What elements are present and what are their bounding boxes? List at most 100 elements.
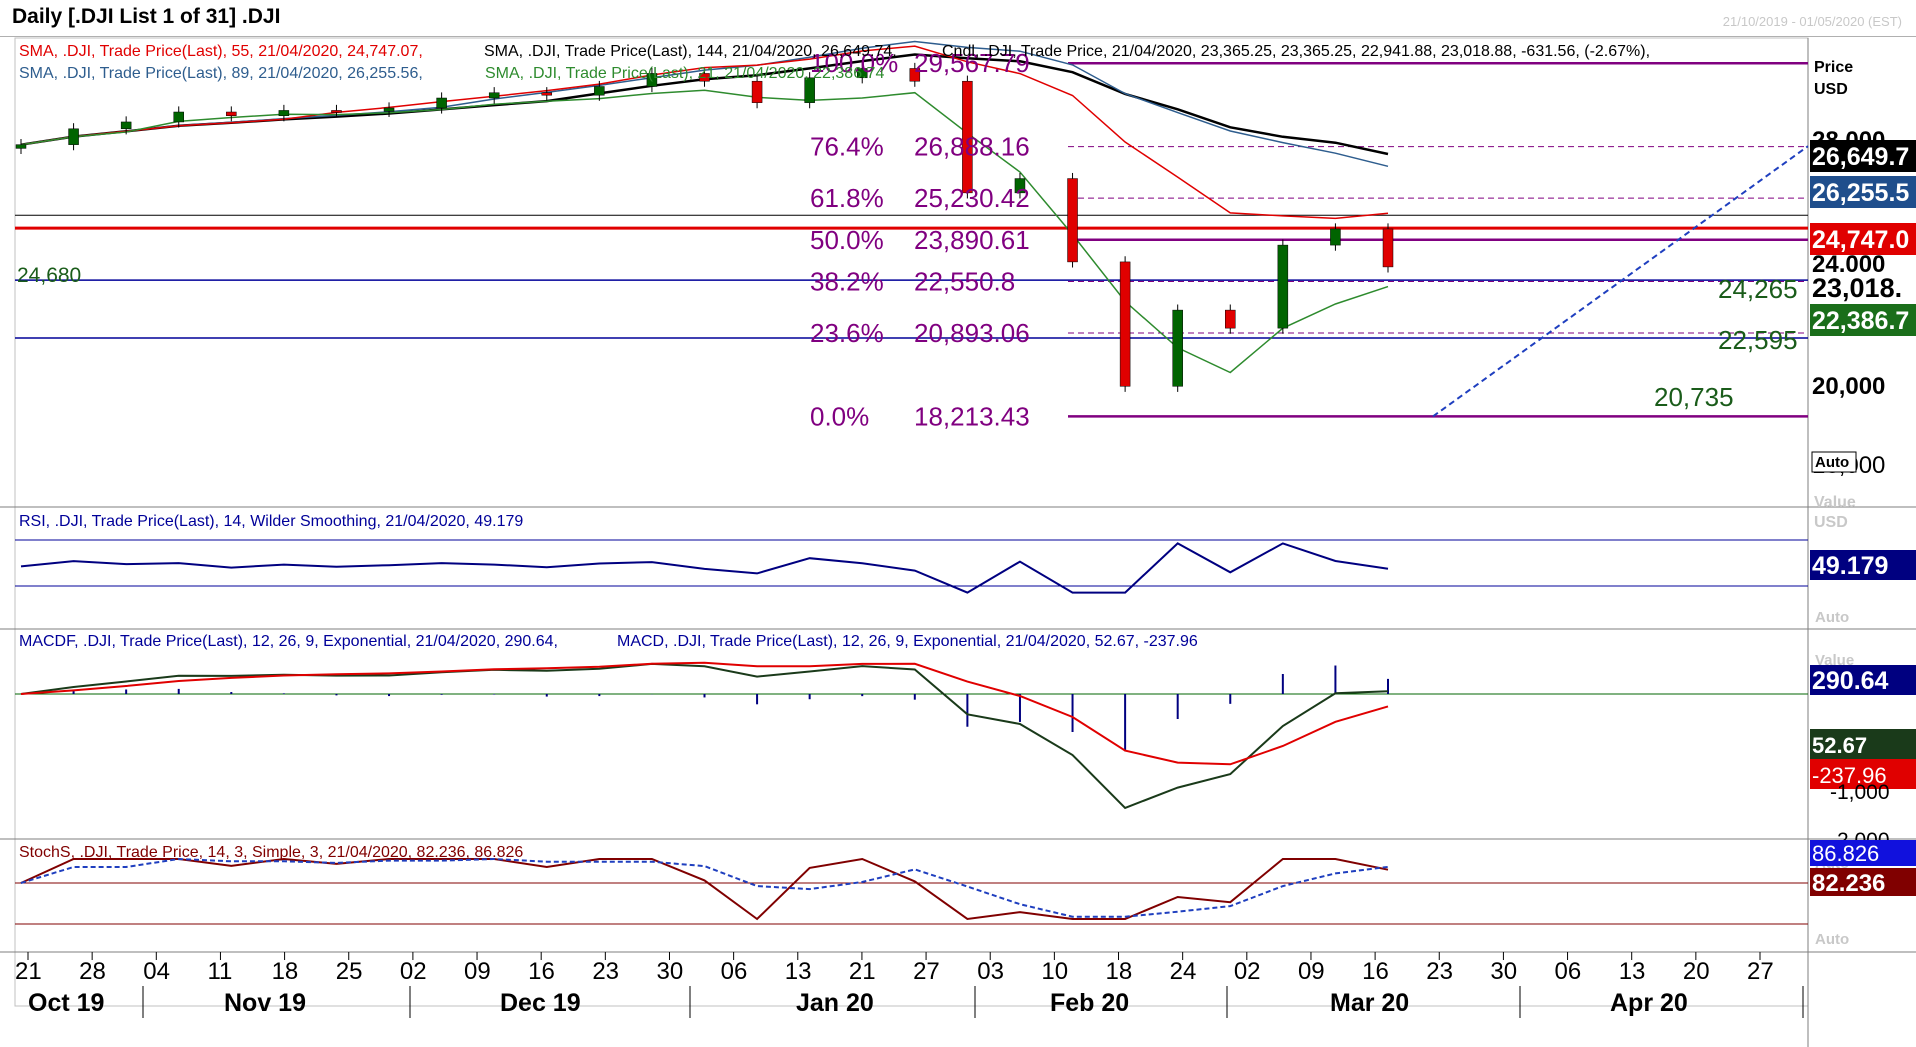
day-tick-label: 21 xyxy=(15,958,42,985)
candle-body xyxy=(1119,261,1131,387)
price-axis-title: Price xyxy=(1814,59,1853,76)
day-tick-label: 11 xyxy=(207,958,232,985)
day-tick-label: 21 xyxy=(849,958,876,985)
candle-body xyxy=(68,128,79,145)
legend-sma21: SMA, .DJI, Trade Price(Last), 21, 21/04/… xyxy=(485,65,884,82)
price-tick-20000: 20,000 xyxy=(1812,373,1885,400)
candle-body xyxy=(488,92,500,99)
fibonacci-labels: 100.0% 29,567.7976.4% 26,888.1661.8% 25,230… xyxy=(810,48,1030,431)
sma21-line xyxy=(20,89,1389,374)
candle-body xyxy=(120,121,132,130)
candle-body xyxy=(1225,309,1236,329)
legend-rsi: RSI, .DJI, Trade Price(Last), 14, Wilder… xyxy=(19,513,523,530)
auto-button-rsi[interactable]: Auto xyxy=(1815,609,1849,626)
day-tick-label: 27 xyxy=(1747,958,1774,985)
legend-sma55: SMA, .DJI, Trade Price(Last), 55, 21/04/… xyxy=(19,43,423,60)
day-tick-label: 06 xyxy=(1555,958,1582,985)
candle-body xyxy=(1277,244,1289,329)
day-tick-label: 23 xyxy=(592,958,619,985)
candle-body xyxy=(436,97,447,109)
day-tick-label: 10 xyxy=(1041,958,1068,985)
month-label: Dec 19 xyxy=(500,989,581,1017)
fib-pct-1: 76.4% xyxy=(810,132,884,162)
price-axis: Price USD 28,000 24,000 20,000 18,000 26… xyxy=(1810,59,1916,479)
fib-pct-5: 23.6% xyxy=(810,318,884,348)
day-tick-label: 16 xyxy=(1362,958,1389,985)
rsi-axis-title: Value xyxy=(1814,494,1856,511)
candle-body xyxy=(331,110,342,113)
day-tick-label: 04 xyxy=(143,958,170,985)
tag-macd-text: 52.67 xyxy=(1812,733,1867,758)
day-tick-label: 24 xyxy=(1170,958,1197,985)
day-tick-label: 02 xyxy=(1234,958,1261,985)
fib-value-2: 25,230.42 xyxy=(914,183,1030,213)
fib-value-5: 20,893.06 xyxy=(914,318,1030,348)
fib-value-4: 22,550.8 xyxy=(914,266,1015,296)
date-range: 21/10/2019 - 01/05/2020 (EST) xyxy=(1722,14,1902,29)
level-label-24680: 24,680 xyxy=(17,264,81,287)
fib-value-6: 18,213.43 xyxy=(914,401,1030,431)
day-tick-label: 30 xyxy=(656,958,683,985)
level-label-22595: 22,595 xyxy=(1718,325,1798,355)
fib-value-3: 23,890.61 xyxy=(914,225,1030,255)
day-tick-label: 18 xyxy=(1106,958,1133,985)
macd-tick-1000: -1,000 xyxy=(1830,781,1890,804)
price-panel: 100.0% 29,567.7976.4% 26,888.1661.8% 25,230… xyxy=(15,40,1809,431)
legend-macd: MACD, .DJI, Trade Price(Last), 12, 26, 9… xyxy=(617,633,1198,650)
stoch-k-line xyxy=(20,857,1389,921)
tag-sma89-text: 26,255.5 xyxy=(1812,179,1909,207)
day-tick-label: 18 xyxy=(272,958,299,985)
tag-sma55-text: 24,747.0 xyxy=(1812,226,1909,254)
candle-body xyxy=(1067,178,1078,263)
candle-body xyxy=(594,86,605,96)
auto-button-stoch[interactable]: Auto xyxy=(1815,931,1849,948)
macd-panel: MACDF, .DJI, Trade Price(Last), 12, 26, … xyxy=(15,633,1916,872)
day-tick-label: 16 xyxy=(528,958,555,985)
day-tick-label: 03 xyxy=(977,958,1004,985)
tag-stoch-k-text: 86.826 xyxy=(1812,841,1879,866)
legend-sma144: SMA, .DJI, Trade Price(Last), 144, 21/04… xyxy=(484,43,897,60)
day-tick-label: 27 xyxy=(913,958,940,985)
day-tick-label: 06 xyxy=(721,958,748,985)
day-tick-label: 23 xyxy=(1426,958,1453,985)
month-label: Jan 20 xyxy=(796,989,874,1017)
month-labels: Oct 19 Nov 19 Dec 19 Jan 20 Feb 20 Mar 20 Apr … xyxy=(28,986,1804,1018)
candle-body xyxy=(15,144,27,149)
tag-macdf-text: 290.64 xyxy=(1812,667,1889,695)
month-label: Oct 19 xyxy=(28,989,104,1017)
candle-body xyxy=(383,107,395,112)
fib-pct-3: 50.0% xyxy=(810,225,884,255)
chart-window: Daily [.DJI List 1 of 31] .DJI 21/10/201… xyxy=(0,0,1916,1047)
day-tick-label: 20 xyxy=(1683,958,1710,985)
day-tick-label: 09 xyxy=(1298,958,1325,985)
level-label-24265: 24,265 xyxy=(1718,274,1798,304)
day-tick-label: 13 xyxy=(785,958,812,985)
price-axis-unit: USD xyxy=(1814,81,1848,98)
candle-body xyxy=(1172,309,1183,387)
legend-stoch: StochS, .DJI, Trade Price, 14, 3, Simple… xyxy=(19,844,523,861)
candle-body xyxy=(226,111,237,116)
tag-stoch-d-text: 82.236 xyxy=(1812,870,1885,897)
macd-signal-line xyxy=(20,661,1389,766)
candle-body xyxy=(751,80,763,103)
tag-close-text: 23,018. xyxy=(1812,273,1902,303)
chart-svg[interactable]: 100.0% 29,567.7976.4% 26,888.1661.8% 25,230… xyxy=(0,36,1916,1047)
tag-sma21-text: 22,386.7 xyxy=(1812,307,1909,335)
rsi-panel: RSI, .DJI, Trade Price(Last), 14, Wilder… xyxy=(15,494,1916,626)
rsi-line xyxy=(20,542,1389,594)
legend-sma89: SMA, .DJI, Trade Price(Last), 89, 21/04/… xyxy=(19,65,423,82)
month-label: Mar 20 xyxy=(1330,989,1409,1017)
moving-average-lines xyxy=(20,40,1389,374)
stoch-d-line xyxy=(20,857,1389,918)
candle-body xyxy=(1330,228,1341,246)
month-label: Nov 19 xyxy=(224,989,306,1017)
day-tick-label: 13 xyxy=(1619,958,1646,985)
candle-body xyxy=(173,111,184,123)
day-tick-label: 09 xyxy=(464,958,491,985)
fib-pct-2: 61.8% xyxy=(810,183,884,213)
legend-cndl: Cndl, .DJI, Trade Price, 21/04/2020, 23,… xyxy=(942,43,1650,60)
day-tick-label: 25 xyxy=(336,958,363,985)
fib-pct-4: 38.2% xyxy=(810,266,884,296)
fib-value-1: 26,888.16 xyxy=(914,132,1030,162)
sma89-line xyxy=(20,40,1389,168)
